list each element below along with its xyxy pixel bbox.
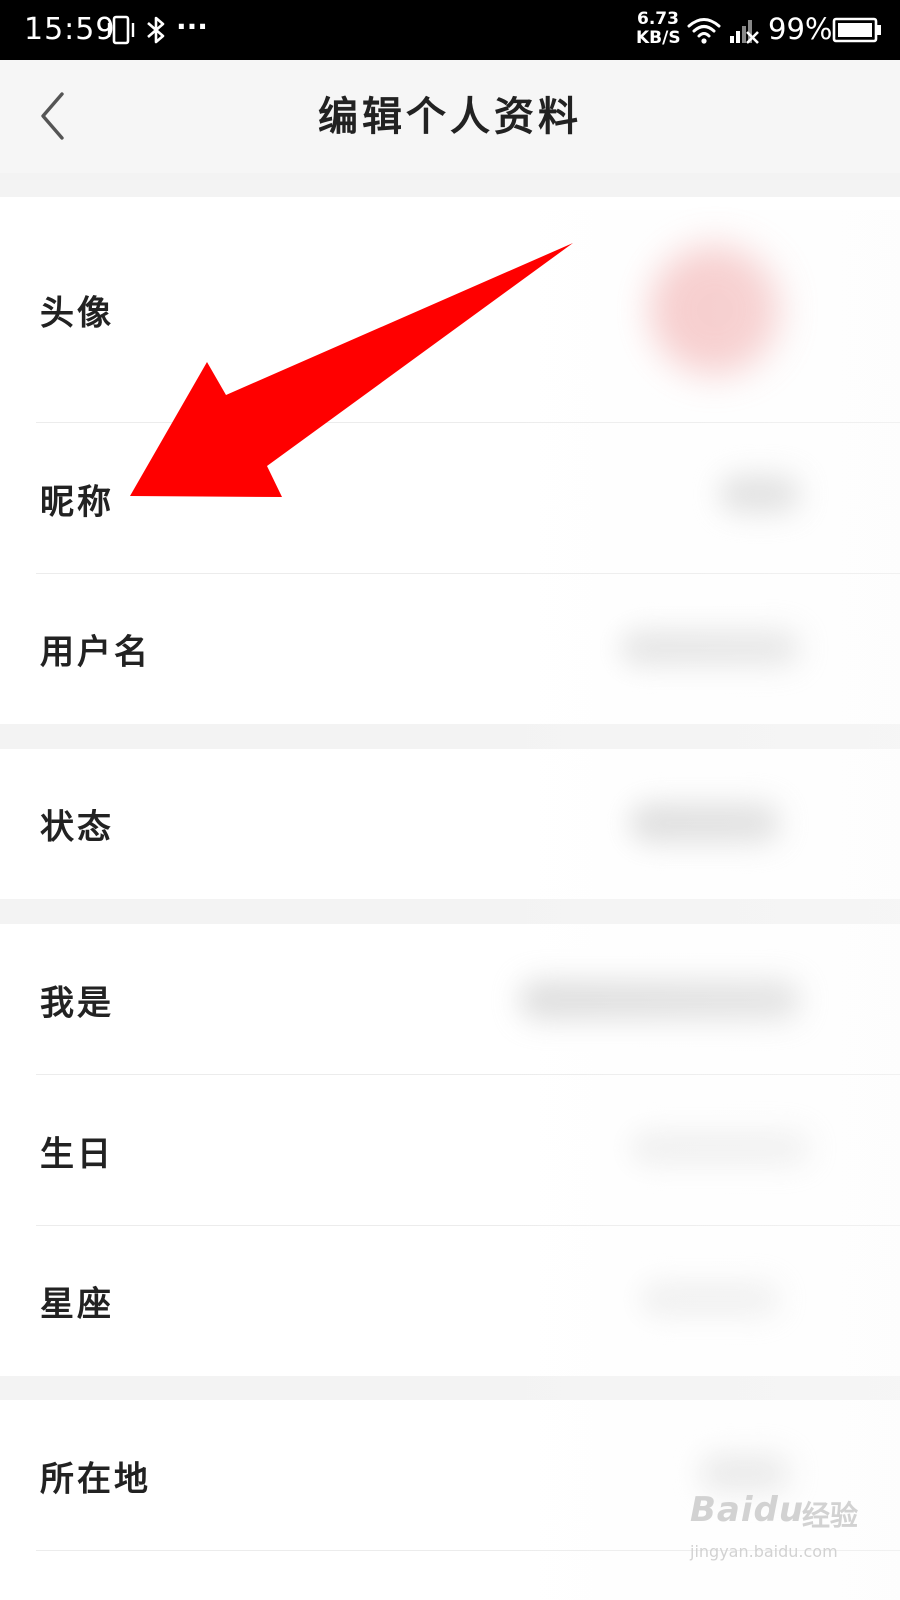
wifi-icon [687, 18, 721, 44]
section-gap [0, 173, 900, 197]
identity-value [520, 980, 800, 1020]
row-constellation[interactable]: 星座 [0, 1226, 900, 1376]
row-label: 所在地 [40, 1459, 151, 1499]
row-label: 昵称 [40, 482, 114, 522]
section-gap [0, 724, 900, 749]
speed-unit: KB/S [636, 28, 681, 48]
bluetooth-icon [147, 16, 165, 44]
row-label: 我是 [40, 983, 114, 1023]
row-label: 状态 [40, 807, 114, 848]
section-gap [0, 1376, 900, 1400]
section-gap [0, 899, 900, 924]
page-title: 编辑个人资料 [318, 93, 582, 140]
row-label: 用户名 [40, 632, 151, 673]
watermark-url: jingyan.baidu.com [690, 1542, 838, 1561]
status-bar: 15:59 ··· 6.73 KB/S 99% [0, 0, 900, 60]
battery-percent: 99% [768, 12, 833, 46]
vibrate-icon [107, 15, 135, 45]
location-value [700, 1454, 790, 1492]
network-speed: 6.73 KB/S [636, 9, 681, 48]
speed-value: 6.73 [637, 9, 679, 29]
watermark-logo: Baidu [690, 1490, 805, 1530]
nickname-value [720, 475, 800, 513]
status-value [630, 803, 780, 843]
header: 编辑个人资料 [0, 60, 900, 173]
row-identity[interactable]: 我是 [0, 924, 900, 1075]
row-nickname[interactable]: 昵称 [0, 423, 900, 574]
row-username[interactable]: 用户名 [0, 574, 900, 724]
row-birthday[interactable]: 生日 [0, 1075, 900, 1226]
watermark-brand: 经验 [802, 1499, 859, 1532]
status-time: 15:59 [24, 12, 116, 47]
more-status-icon: ··· [176, 10, 208, 43]
username-value [620, 630, 800, 666]
baidu-watermark: Baidu 经验 jingyan.baidu.com [690, 1490, 870, 1580]
screen: 15:59 ··· 6.73 KB/S 99% 编辑个人资料 头像 昵称 用户名… [0, 0, 900, 1600]
row-avatar[interactable]: 头像 [0, 197, 900, 423]
row-label: 星座 [40, 1284, 114, 1325]
avatar[interactable] [650, 245, 780, 375]
constellation-value [640, 1282, 780, 1316]
row-label: 生日 [40, 1134, 114, 1174]
row-status[interactable]: 状态 [0, 749, 900, 899]
birthday-value [630, 1131, 810, 1165]
row-label: 头像 [40, 293, 114, 334]
signal-no-sim-icon [730, 20, 759, 44]
battery-icon [832, 17, 881, 43]
